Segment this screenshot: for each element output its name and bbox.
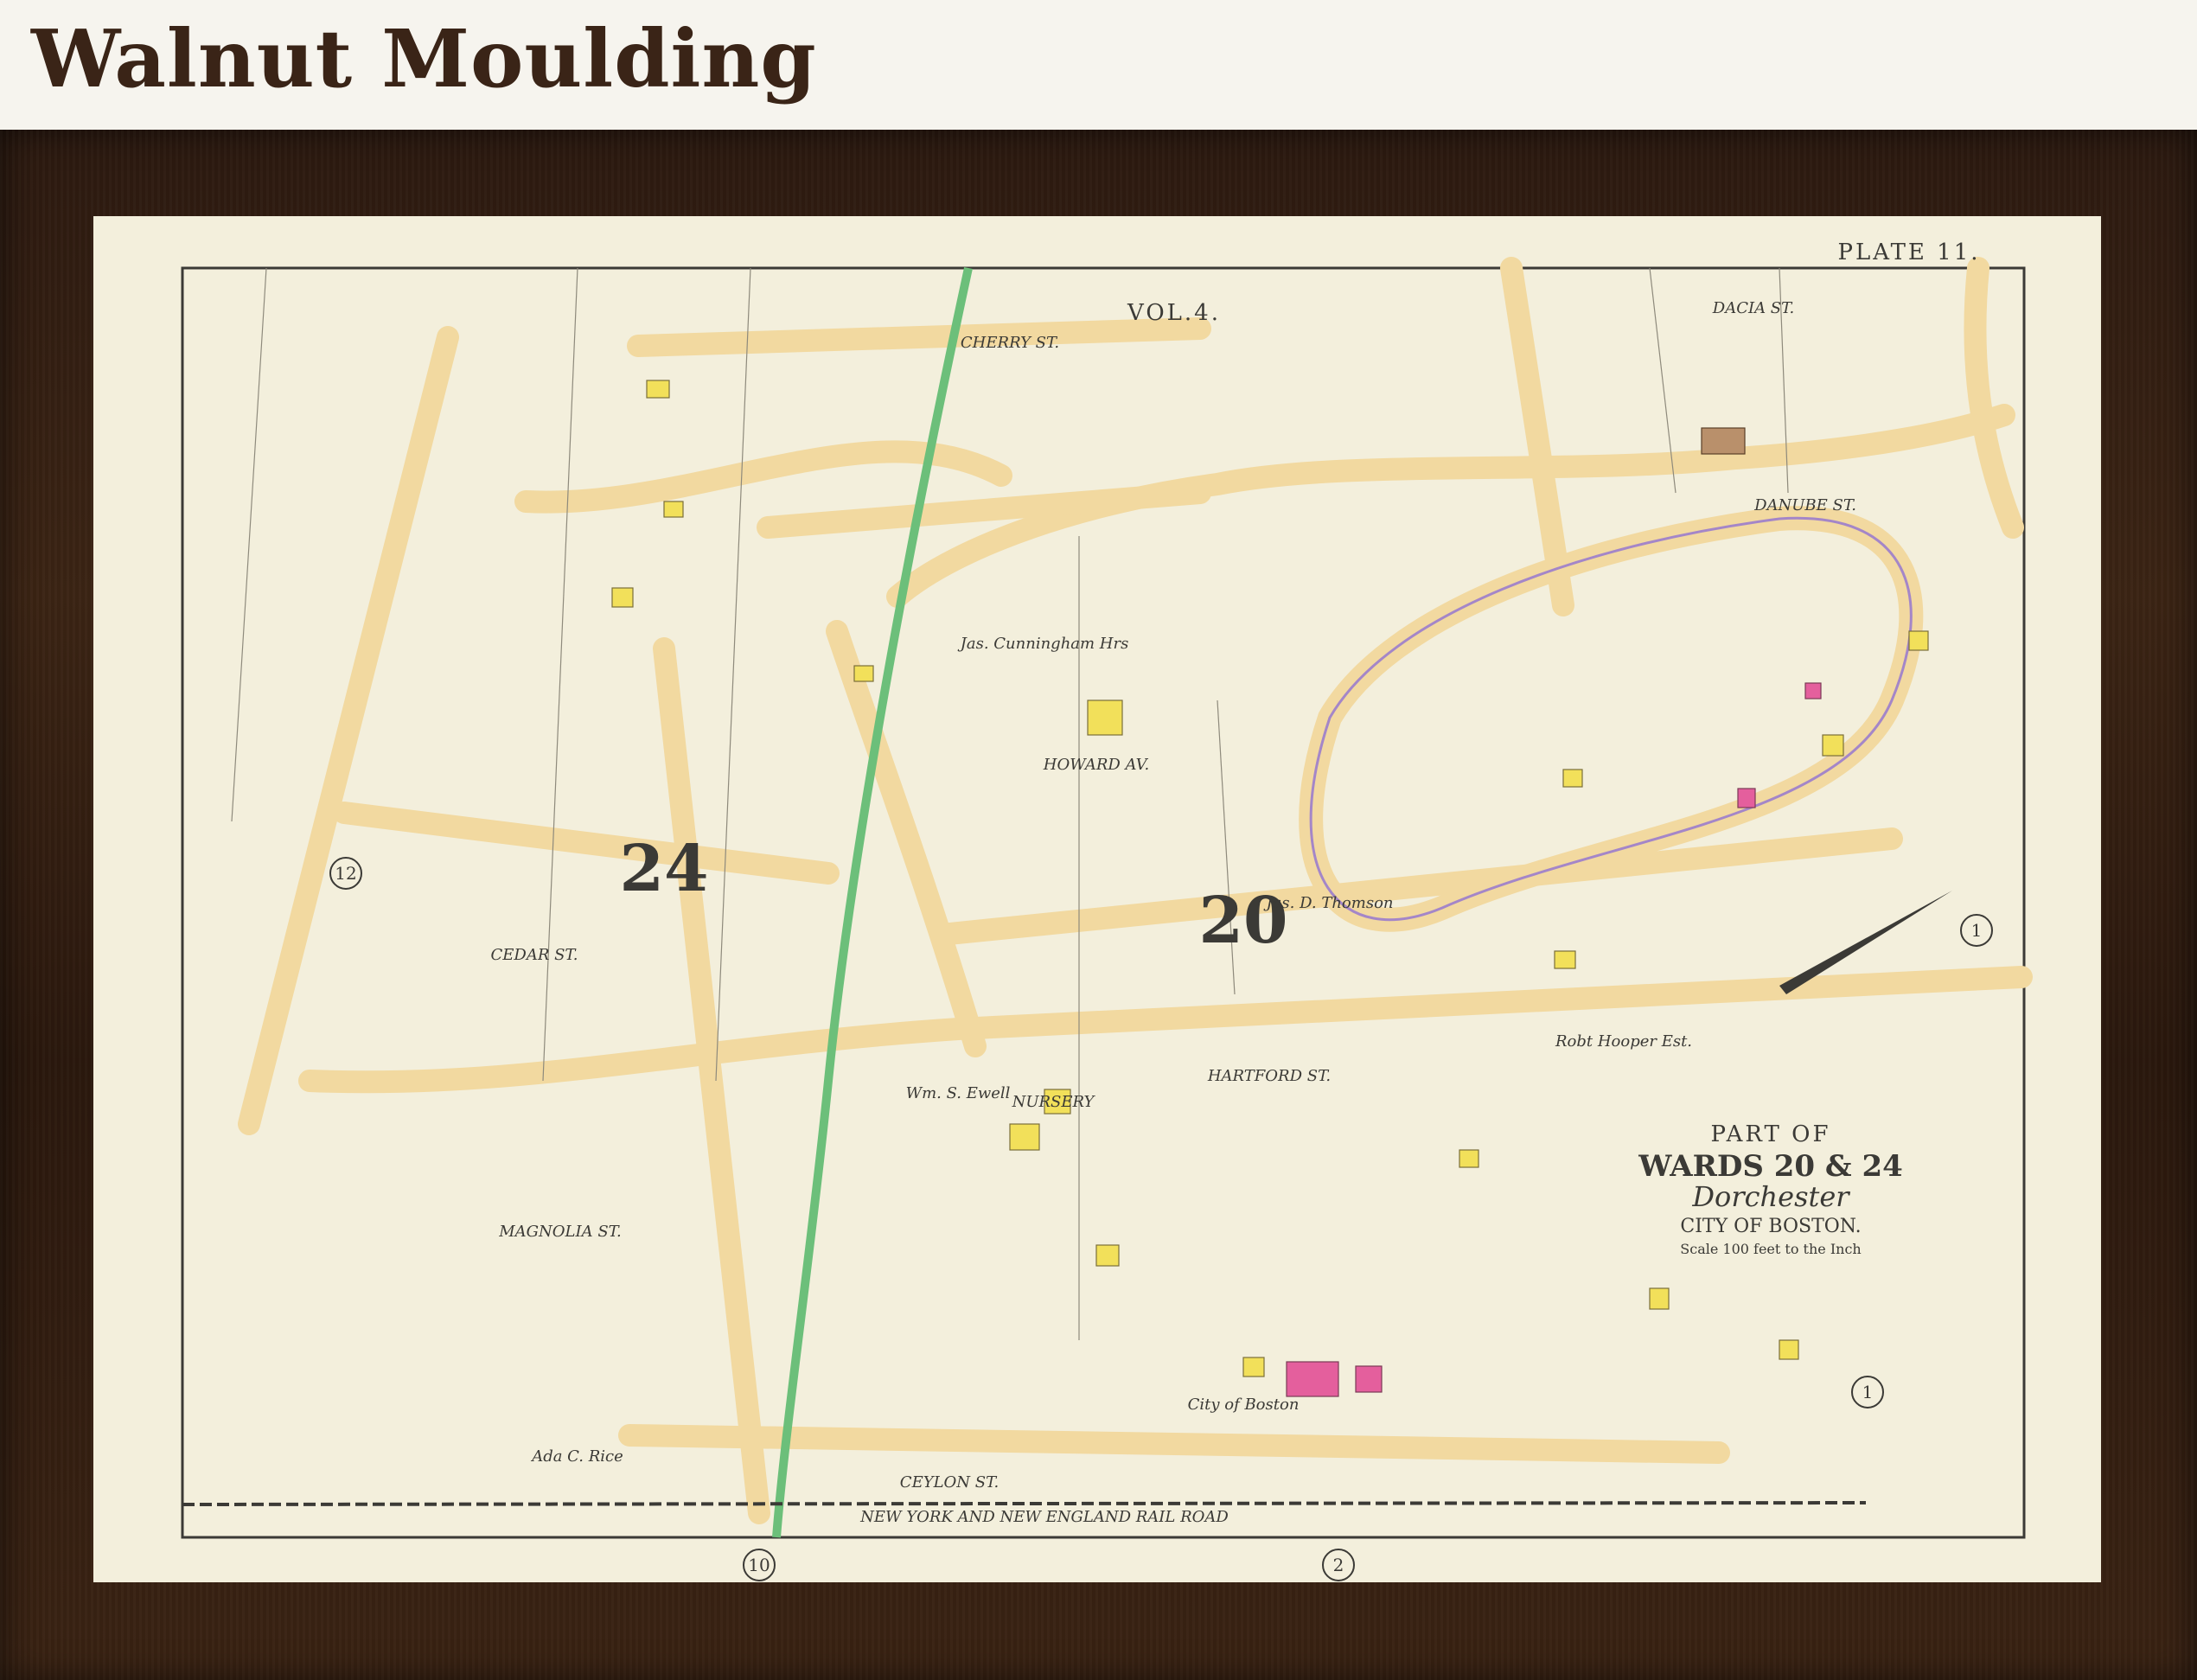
street-cedar: CEDAR ST. <box>490 946 578 964</box>
svg-text:CITY OF BOSTON.: CITY OF BOSTON. <box>1680 1216 1861 1237</box>
walnut-frame: PLATE 11. VOL.4. 24 20 CHERRY ST. DACIA … <box>0 130 2197 1680</box>
owner-hooper: Robt Hooper Est. <box>1555 1032 1692 1051</box>
map-mat: PLATE 11. VOL.4. 24 20 CHERRY ST. DACIA … <box>93 216 2101 1582</box>
owner-ewell: Wm. S. Ewell <box>906 1084 1011 1102</box>
owner-rice: Ada C. Rice <box>530 1447 623 1466</box>
page-header: Walnut Moulding <box>0 0 2197 130</box>
street-hartford: HARTFORD ST. <box>1207 1067 1331 1085</box>
svg-text:1: 1 <box>1862 1382 1874 1402</box>
svg-text:WARDS 20 & 24: WARDS 20 & 24 <box>1638 1149 1903 1184</box>
volume-label: VOL.4. <box>1127 300 1221 326</box>
street-howard: HOWARD AV. <box>1043 756 1149 774</box>
street-magnolia: MAGNOLIA ST. <box>498 1223 622 1241</box>
svg-text:Scale 100 feet to the Inch: Scale 100 feet to the Inch <box>1680 1241 1861 1257</box>
frame-title: Walnut Moulding <box>31 12 817 105</box>
nursery-label: NURSERY <box>1012 1093 1096 1111</box>
svg-text:12: 12 <box>335 863 356 884</box>
owner-thomson: Jas. D. Thomson <box>1262 894 1393 912</box>
owner-cunningham: Jas. Cunningham Hrs <box>957 635 1129 653</box>
ward-number-24: 24 <box>620 832 709 906</box>
svg-text:2: 2 <box>1333 1555 1344 1575</box>
street-cherry: CHERRY ST. <box>961 334 1059 352</box>
svg-text:10: 10 <box>748 1555 770 1575</box>
street-danube: DANUBE ST. <box>1753 496 1856 514</box>
street-railroad: NEW YORK AND NEW ENGLAND RAIL ROAD <box>859 1508 1229 1526</box>
svg-text:1: 1 <box>1971 920 1983 941</box>
svg-text:PART OF: PART OF <box>1711 1121 1831 1147</box>
plate-label: PLATE 11. <box>1837 240 1980 265</box>
svg-text:Dorchester: Dorchester <box>1691 1180 1850 1213</box>
street-ceylon: CEYLON ST. <box>900 1473 999 1492</box>
street-dacia: DACIA ST. <box>1712 299 1794 317</box>
atlas-map: PLATE 11. VOL.4. 24 20 CHERRY ST. DACIA … <box>93 216 2101 1582</box>
owner-city-boston: City of Boston <box>1188 1396 1300 1414</box>
